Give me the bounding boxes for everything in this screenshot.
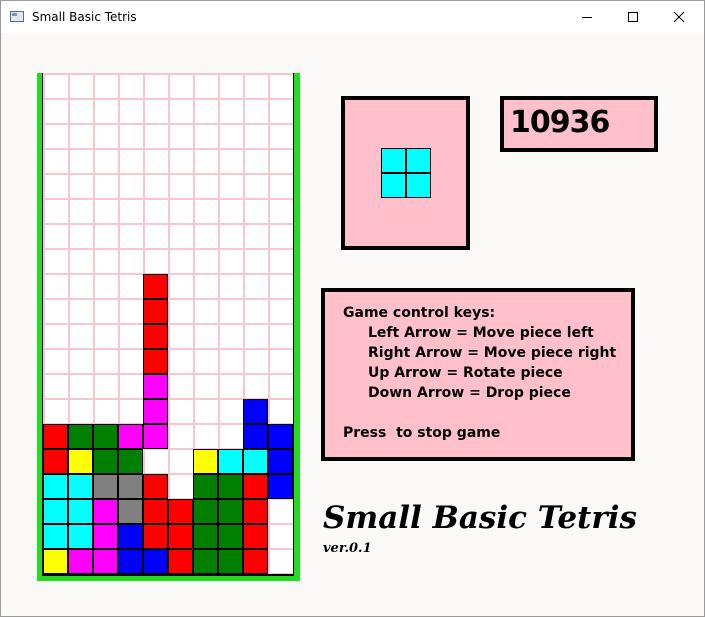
- block-cell: [143, 424, 168, 449]
- block-cell: [68, 524, 93, 549]
- block-cell: [143, 349, 168, 374]
- block-cell: [118, 474, 143, 499]
- preview-cell: [406, 148, 431, 173]
- block-cell: [68, 549, 93, 574]
- block-cell: [143, 474, 168, 499]
- block-cell: [168, 499, 193, 524]
- block-cell: [243, 424, 268, 449]
- block-cell: [143, 274, 168, 299]
- block-cell: [243, 474, 268, 499]
- block-cell: [68, 424, 93, 449]
- block-cell: [268, 424, 293, 449]
- help-heading: Game control keys:: [343, 305, 496, 321]
- block-cell: [93, 549, 118, 574]
- block-cell: [68, 449, 93, 474]
- block-cell: [143, 324, 168, 349]
- block-cell: [243, 549, 268, 574]
- block-cell: [93, 499, 118, 524]
- block-cell: [218, 474, 243, 499]
- block-cell: [193, 449, 218, 474]
- block-cell: [193, 499, 218, 524]
- block-cell: [143, 549, 168, 574]
- close-icon: [673, 11, 685, 23]
- app-icon: [10, 11, 24, 22]
- preview-cell: [406, 173, 431, 198]
- minimize-button[interactable]: [564, 1, 610, 33]
- block-cell: [118, 549, 143, 574]
- block-cell: [93, 449, 118, 474]
- block-cell: [68, 499, 93, 524]
- playfield: [43, 73, 293, 574]
- score-panel: 10936: [500, 96, 658, 152]
- block-cell: [218, 499, 243, 524]
- block-cell: [168, 549, 193, 574]
- block-cell: [168, 524, 193, 549]
- block-cell: [218, 549, 243, 574]
- block-cell: [93, 474, 118, 499]
- next-piece-preview: [341, 96, 470, 250]
- help-line-drop: Down Arrow = Drop piece: [368, 385, 571, 401]
- block-cell: [143, 299, 168, 324]
- block-cell: [43, 524, 68, 549]
- block-cell: [68, 474, 93, 499]
- help-stop-text: Press to stop game: [343, 425, 501, 441]
- block-cell: [43, 449, 68, 474]
- block-cell: [43, 499, 68, 524]
- block-cell: [218, 524, 243, 549]
- block-cell: [43, 549, 68, 574]
- app-window: Small Basic Tetris 10936 Game control ke…: [0, 0, 705, 617]
- window-title: Small Basic Tetris: [32, 10, 137, 24]
- block-cell: [143, 399, 168, 424]
- block-cell: [143, 524, 168, 549]
- block-cell: [118, 499, 143, 524]
- block-cell: [243, 499, 268, 524]
- block-cell: [243, 449, 268, 474]
- score-value: 10936: [510, 105, 610, 140]
- block-cell: [268, 449, 293, 474]
- title-bar[interactable]: Small Basic Tetris: [1, 1, 704, 33]
- game-version: ver.0.1: [323, 541, 372, 556]
- preview-cell: [381, 173, 406, 198]
- help-line-right: Right Arrow = Move piece right: [368, 345, 617, 361]
- block-cell: [193, 474, 218, 499]
- block-cell: [268, 474, 293, 499]
- block-cell: [193, 549, 218, 574]
- maximize-icon: [628, 12, 638, 22]
- block-cell: [43, 474, 68, 499]
- controls-help-panel: Game control keys: Left Arrow = Move pie…: [321, 288, 635, 461]
- block-cell: [243, 524, 268, 549]
- help-line-rotate: Up Arrow = Rotate piece: [368, 365, 563, 381]
- preview-cell: [381, 148, 406, 173]
- block-cell: [118, 424, 143, 449]
- block-cell: [193, 524, 218, 549]
- block-cell: [43, 424, 68, 449]
- game-title: Small Basic Tetris: [323, 500, 637, 536]
- block-cell: [118, 449, 143, 474]
- block-cell: [118, 524, 143, 549]
- block-cell: [243, 399, 268, 424]
- minimize-icon: [582, 17, 592, 18]
- block-cell: [143, 374, 168, 399]
- block-cell: [143, 499, 168, 524]
- close-button[interactable]: [656, 1, 702, 33]
- maximize-button[interactable]: [610, 1, 656, 33]
- block-cell: [93, 424, 118, 449]
- block-cell: [218, 449, 243, 474]
- help-line-left: Left Arrow = Move piece left: [368, 325, 594, 341]
- block-cell: [93, 524, 118, 549]
